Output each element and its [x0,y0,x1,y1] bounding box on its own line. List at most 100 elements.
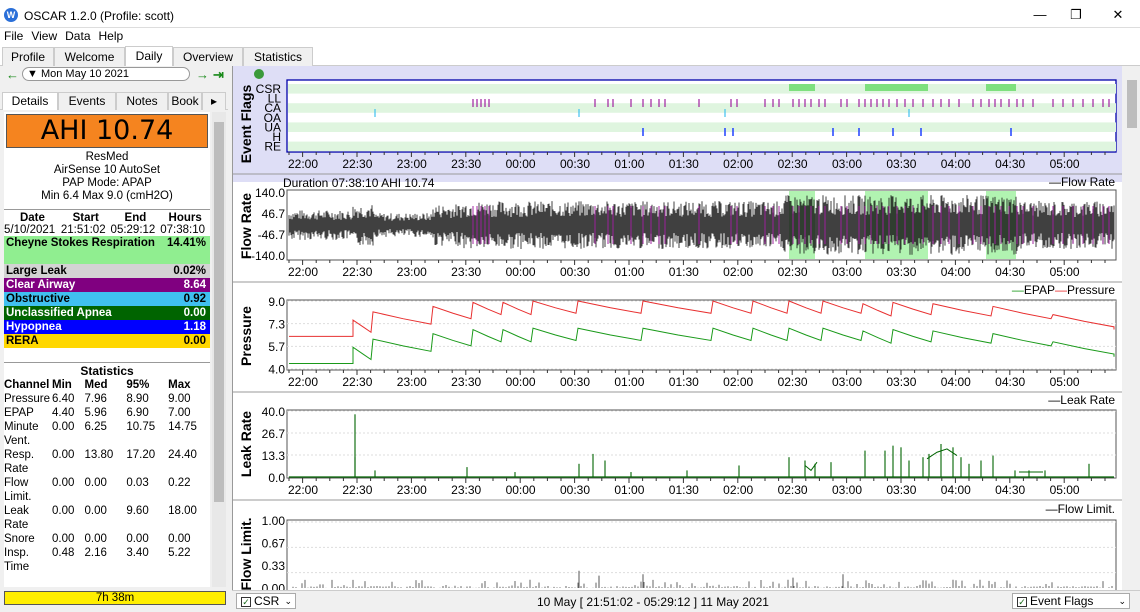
event-row[interactable]: Large Leak 0.02% [4,264,210,278]
time-label: 01:30 [669,483,699,497]
time-label: 00:30 [560,157,590,171]
tab-profile[interactable]: Profile [2,47,54,66]
tab-daily[interactable]: Daily [125,46,173,66]
scrollbar-thumb[interactable] [214,122,224,502]
time-label: 00:00 [506,375,536,389]
time-label: 01:00 [614,483,644,497]
stats-cell: 4.40 [52,407,75,419]
tab-details[interactable]: Details [2,92,58,110]
time-label: 00:00 [506,483,536,497]
pap-mode: PAP Mode: APAP [62,177,152,189]
stats-row: Pressure 6.40 7.96 8.90 9.00 [4,392,210,406]
time-label: 05:00 [1050,157,1080,171]
time-label: 03:00 [832,483,862,497]
event-row[interactable]: Obstructive 0.92 [4,292,210,306]
chevron-down-icon: ⌄ [1118,596,1126,606]
stats-cell: 24.40 [168,449,197,461]
event-row[interactable]: Unclassified Apnea 0.00 [4,306,210,320]
tab-notes[interactable]: Notes [116,92,168,110]
tab-events[interactable]: Events [58,92,116,110]
menu-file[interactable]: File [0,28,27,44]
leak-legend: —Leak Rate [1048,393,1115,407]
leak-y-label: 0.0 [268,471,285,485]
stats-cell: Insp. Time [4,547,30,573]
time-label: 03:00 [832,265,862,279]
pressure-y-label: 5.7 [268,340,285,354]
time-label: 23:00 [397,265,427,279]
stats-header: Med [84,379,108,391]
stats-cell: Leak Rate [4,505,29,531]
time-label: 00:30 [560,375,590,389]
time-label: 02:00 [723,483,753,497]
stats-cell: 18.00 [168,505,197,517]
side-tabs: Details Events Notes Book ▸ [0,92,228,110]
time-label: 23:30 [451,157,481,171]
time-label: 22:30 [342,375,372,389]
time-label: 22:00 [288,483,318,497]
maximize-button[interactable]: ❐ [1056,4,1096,26]
stats-cell: 0.00 [52,449,75,461]
event-row[interactable]: Hypopnea 1.18 [4,320,210,334]
event-row[interactable]: Cheyne Stokes Respiration 14.41% [4,236,210,264]
flow-y-label: 140.0 [255,186,285,200]
tab-overview[interactable]: Overview [173,47,243,66]
last-day-button[interactable]: ⇥ [213,67,224,83]
stats-cell: 3.40 [126,547,149,559]
menu-data[interactable]: Data [61,28,94,44]
stats-cell: Resp. Rate [4,449,35,475]
stats-cell: 0.00 [84,505,107,517]
event-row[interactable]: Clear Airway 8.64 [4,278,210,292]
event-value: 8.64 [183,279,206,291]
event-index-list: Cheyne Stokes Respiration 14.41% Large Lea… [4,236,210,348]
next-day-button[interactable]: → [196,67,209,82]
time-label: 23:00 [397,483,427,497]
csr-flag [789,84,815,91]
time-label: 02:30 [778,265,808,279]
flag-row-band [288,122,1116,132]
time-label: 22:00 [288,265,318,279]
tab-welcome[interactable]: Welcome [54,47,125,66]
statistics-title: Statistics [80,364,134,378]
time-label: 02:30 [778,157,808,171]
flowlimit-y-label: 0.33 [262,559,286,573]
graph-scrollbar[interactable] [1124,66,1140,590]
stats-header: Max [168,379,191,391]
leak-plot [286,409,1117,479]
menu-help[interactable]: Help [95,28,128,44]
graph-combo[interactable]: ✓ Event Flags ⌄ [1012,593,1130,609]
event-combo[interactable]: ✓ CSR ⌄ [236,593,296,609]
event-combo-value: CSR [254,594,280,608]
left-pane: ← ▼ Mon May 10 2021 → ⇥ Details Events N… [0,66,230,612]
date-picker[interactable]: ▼ Mon May 10 2021 [22,67,190,81]
prev-day-button[interactable]: ← [6,67,19,82]
col-start: Start [72,212,99,224]
ahi-badge: AHI 10.74 [6,114,208,148]
time-label: 01:30 [669,375,699,389]
graph-combo-value: Event Flags [1030,594,1094,608]
minimize-button[interactable]: — [1020,4,1060,26]
stats-cell: 0.00 [126,533,149,545]
flag-row-band [288,103,1116,113]
close-button[interactable]: ✕ [1098,4,1138,26]
stats-cell: 6.90 [126,407,149,419]
leak-title: Leak Rate [238,411,254,477]
time-label: 23:30 [451,483,481,497]
graphs-svg[interactable]: Event Flags CSRLLCAOAUAHRE 22:00 22:30 23:… [233,66,1123,601]
tab-bookmarks[interactable]: Book [168,92,202,110]
event-label: Unclassified Apnea [6,307,112,319]
event-row[interactable]: RERA 0.00 [4,334,210,348]
tab-statistics[interactable]: Statistics [243,47,313,66]
event-label: RERA [6,335,39,347]
time-label: 02:00 [723,265,753,279]
date-value: Mon May 10 2021 [40,68,130,80]
graph-scrollbar-thumb[interactable] [1127,80,1137,128]
event-flags-title: Event Flags [238,85,254,164]
link-icon[interactable] [254,69,264,79]
menu-view[interactable]: View [27,28,61,44]
flowlimit-title: Flow Limit. [238,517,254,590]
event-value: 0.00 [183,307,206,319]
stats-cell: 14.75 [168,421,197,433]
details-scrollbar[interactable] [212,112,226,587]
stats-row: Snore 0.00 0.00 0.00 0.00 [4,532,210,546]
tab-scroll-right[interactable]: ▸ [202,92,226,110]
